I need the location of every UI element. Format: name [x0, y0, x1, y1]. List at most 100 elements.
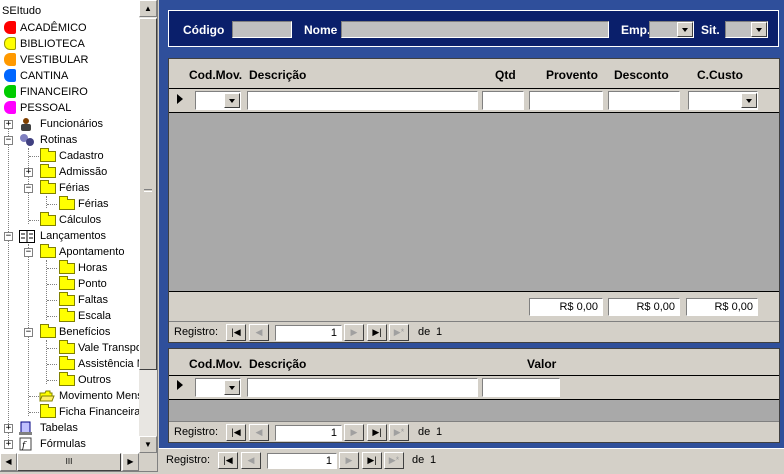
chevron-down-icon[interactable]	[677, 22, 693, 37]
tree-item-tabelas[interactable]: Tabelas	[40, 420, 78, 436]
chevron-down-icon[interactable]	[224, 380, 240, 395]
registro-label: Registro:	[174, 426, 219, 438]
tree-module-financeiro[interactable]: FINANCEIRO	[20, 84, 88, 100]
expand-icon[interactable]: +	[4, 424, 13, 433]
prev-record-icon[interactable]: ◀	[249, 324, 269, 341]
tree-vertical-scrollbar[interactable]: ▲ ▼	[139, 0, 157, 453]
collapse-icon[interactable]: −	[4, 232, 13, 241]
tree-item-outros[interactable]: Outros	[78, 372, 111, 388]
tree-item-beneficios[interactable]: Benefícios	[59, 324, 110, 340]
prev-record-icon[interactable]: ◀	[241, 452, 261, 469]
scroll-right-icon[interactable]: ▶	[122, 453, 139, 471]
folder-icon	[40, 324, 56, 338]
tree-module-cantina[interactable]: CANTINA	[20, 68, 68, 84]
tree-item-vale-transporte[interactable]: Vale Transpo	[78, 340, 139, 356]
descricao-input[interactable]	[247, 378, 478, 397]
scroll-up-icon[interactable]: ▲	[139, 0, 157, 17]
movements-subform: Cod.Mov. Descrição Qtd Provento Desconto…	[168, 58, 780, 343]
tree-line	[46, 196, 47, 208]
record-number-input[interactable]: 1	[275, 325, 342, 341]
codmov-select[interactable]	[195, 378, 241, 397]
descricao-input[interactable]	[247, 91, 478, 110]
expand-icon[interactable]: +	[4, 440, 13, 449]
tree-module-biblioteca[interactable]: BIBLIOTECA	[20, 36, 85, 52]
last-record-icon[interactable]: ▶|	[362, 452, 382, 469]
provento-input[interactable]	[529, 91, 603, 110]
values-subform: Cod.Mov. Descrição Valor Registro: |◀ ◀ …	[168, 348, 780, 443]
tree-module-vestibular[interactable]: VESTIBULAR	[20, 52, 88, 68]
next-record-icon[interactable]: ▶	[339, 452, 359, 469]
nav-separator	[169, 421, 779, 422]
ccusto-select[interactable]	[688, 91, 758, 110]
tree-root[interactable]: SEItudo	[2, 3, 41, 19]
codmov-select[interactable]	[195, 91, 241, 110]
chevron-down-icon[interactable]	[224, 93, 240, 108]
first-record-icon[interactable]: |◀	[226, 324, 246, 341]
tree-item-lancamentos[interactable]: Lançamentos	[40, 228, 106, 244]
total-desconto: R$ 0,00	[608, 298, 680, 316]
collapse-icon[interactable]: −	[24, 328, 33, 337]
nome-field[interactable]	[341, 21, 609, 38]
total-ccusto: R$ 0,00	[686, 298, 758, 316]
tree-item-apontamento[interactable]: Apontamento	[59, 244, 124, 260]
tree-item-formulas[interactable]: Fórmulas	[40, 436, 86, 452]
valor-input[interactable]	[482, 378, 560, 397]
col-header-descricao: Descrição	[249, 68, 307, 82]
first-record-icon[interactable]: |◀	[226, 424, 246, 441]
first-record-icon[interactable]: |◀	[218, 452, 238, 469]
folder-icon	[59, 260, 75, 274]
tree-item-escala[interactable]: Escala	[78, 308, 111, 324]
folder-icon	[40, 148, 56, 162]
new-record-icon[interactable]: ▶*	[389, 324, 409, 341]
tree-item-movimento-mensal[interactable]: Movimento Mens	[59, 388, 139, 404]
chevron-down-icon[interactable]	[741, 93, 757, 108]
tree-line	[46, 260, 47, 320]
navigation-tree[interactable]: SEItudo ACADÊMICO BIBLIOTECA VESTIBULAR …	[0, 0, 158, 472]
scroll-down-icon[interactable]: ▼	[139, 436, 157, 453]
tree-line	[47, 316, 57, 317]
tree-module-academico[interactable]: ACADÊMICO	[20, 20, 87, 36]
tree-item-faltas[interactable]: Faltas	[78, 292, 108, 308]
qtd-input[interactable]	[482, 91, 524, 110]
tree-item-assistencia[interactable]: Assistência M	[78, 356, 139, 372]
collapse-icon[interactable]: −	[24, 184, 33, 193]
current-record-pointer-icon	[177, 380, 183, 390]
record-number-input[interactable]: 1	[267, 453, 337, 469]
new-record-icon[interactable]: ▶*	[384, 452, 404, 469]
last-record-icon[interactable]: ▶|	[367, 424, 387, 441]
tree-item-calculos[interactable]: Cálculos	[59, 212, 101, 228]
folder-icon	[40, 164, 56, 178]
tree-item-horas[interactable]: Horas	[78, 260, 107, 276]
prev-record-icon[interactable]: ◀	[249, 424, 269, 441]
tree-item-rotinas[interactable]: Rotinas	[40, 132, 77, 148]
desconto-input[interactable]	[608, 91, 680, 110]
record-number-input[interactable]: 1	[275, 425, 342, 441]
tree-item-ferias-child[interactable]: Férias	[78, 196, 109, 212]
emp-select[interactable]	[649, 21, 694, 38]
tree-item-ferias[interactable]: Férias	[59, 180, 90, 196]
folder-icon	[40, 212, 56, 226]
tree-item-admissao[interactable]: Admissão	[59, 164, 107, 180]
tree-scroll-thumb[interactable]	[139, 18, 157, 370]
collapse-icon[interactable]: −	[4, 136, 13, 145]
next-record-icon[interactable]: ▶	[344, 324, 364, 341]
next-record-icon[interactable]: ▶	[344, 424, 364, 441]
tree-item-ponto[interactable]: Ponto	[78, 276, 107, 292]
collapse-icon[interactable]: −	[24, 248, 33, 257]
tree-item-funcionarios[interactable]: Funcionários	[40, 116, 103, 132]
tree-hscroll-thumb[interactable]: III	[17, 453, 121, 471]
chevron-down-icon[interactable]	[751, 22, 767, 37]
last-record-icon[interactable]: ▶|	[367, 324, 387, 341]
tree-line	[47, 284, 57, 285]
tree-module-pessoal[interactable]: PESSOAL	[20, 100, 71, 116]
col-header-valor: Valor	[527, 357, 557, 371]
new-record-icon[interactable]: ▶*	[389, 424, 409, 441]
scroll-left-icon[interactable]: ◀	[0, 453, 17, 471]
expand-icon[interactable]: +	[4, 120, 13, 129]
tree-item-ficha-financeira[interactable]: Ficha Financeira	[59, 404, 139, 420]
tree-horizontal-scrollbar[interactable]: ◀ III ▶	[0, 453, 139, 471]
expand-icon[interactable]: +	[24, 168, 33, 177]
tree-item-cadastro[interactable]: Cadastro	[59, 148, 104, 164]
sit-select[interactable]	[725, 21, 768, 38]
codigo-field[interactable]	[232, 21, 292, 38]
